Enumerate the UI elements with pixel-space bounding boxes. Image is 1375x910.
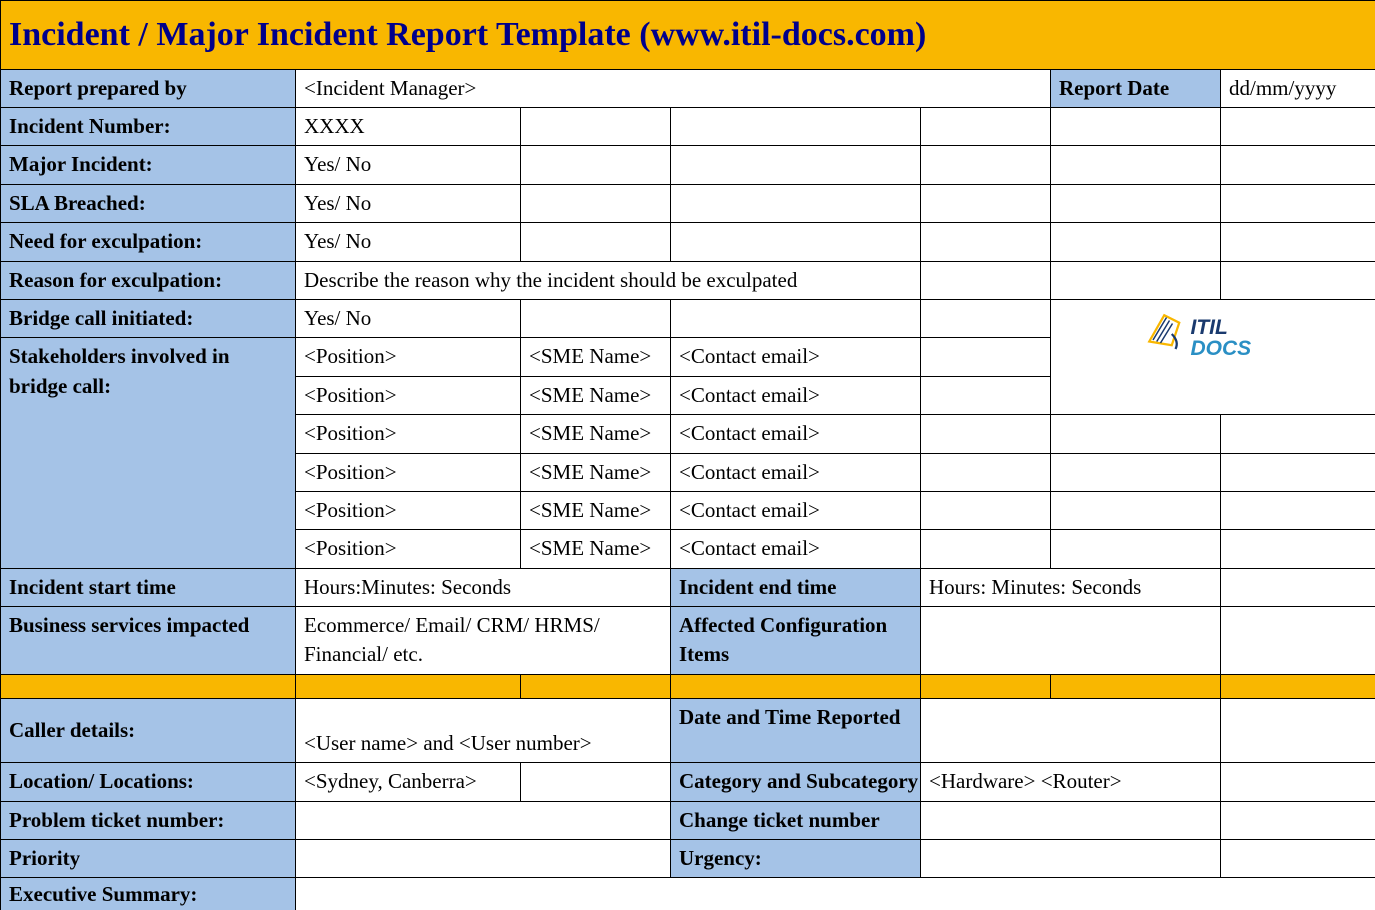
row-location: Location/ Locations: <Sydney, Canberra> … bbox=[1, 763, 1375, 801]
row-priority: Priority Urgency: bbox=[1, 840, 1375, 878]
value-business-services: Ecommerce/ Email/ CRM/ HRMS/ Financial/ … bbox=[296, 607, 671, 675]
value-bridge-call: Yes/ No bbox=[296, 299, 521, 337]
value-reason-exculpation: Describe the reason why the incident sho… bbox=[296, 261, 921, 299]
row-sla-breached: SLA Breached: Yes/ No bbox=[1, 184, 1375, 222]
value-caller-details: <User name> and <User number> bbox=[296, 698, 671, 762]
label-reason-exculpation: Reason for exculpation: bbox=[1, 261, 296, 299]
stakeholder-email: <Contact email> bbox=[671, 530, 921, 568]
label-urgency: Urgency: bbox=[671, 840, 921, 878]
label-prepared-by: Report prepared by bbox=[1, 69, 296, 107]
value-category: <Hardware> <Router> bbox=[921, 763, 1221, 801]
row-executive-summary: Executive Summary: bbox=[1, 878, 1375, 910]
value-major-incident: Yes/ No bbox=[296, 146, 521, 184]
label-report-date: Report Date bbox=[1051, 69, 1221, 107]
stakeholder-position: <Position> bbox=[296, 453, 521, 491]
value-sla-breached: Yes/ No bbox=[296, 184, 521, 222]
page-title: Incident / Major Incident Report Templat… bbox=[1, 1, 1375, 70]
label-datetime-reported: Date and Time Reported bbox=[671, 698, 921, 762]
value-location: <Sydney, Canberra> bbox=[296, 763, 521, 801]
stakeholder-email: <Contact email> bbox=[671, 376, 921, 414]
row-prepared-by: Report prepared by <Incident Manager> Re… bbox=[1, 69, 1375, 107]
label-priority: Priority bbox=[1, 840, 296, 878]
stakeholder-email: <Contact email> bbox=[671, 491, 921, 529]
divider-row bbox=[1, 674, 1375, 698]
stakeholder-position: <Position> bbox=[296, 530, 521, 568]
label-caller-details: Caller details: bbox=[1, 698, 296, 762]
stakeholder-sme: <SME Name> bbox=[521, 530, 671, 568]
value-incident-start: Hours:Minutes: Seconds bbox=[296, 568, 671, 606]
title-row: Incident / Major Incident Report Templat… bbox=[1, 1, 1375, 70]
svg-text:ITIL: ITIL bbox=[1191, 316, 1228, 339]
stakeholder-sme: <SME Name> bbox=[521, 453, 671, 491]
label-change-ticket: Change ticket number bbox=[671, 801, 921, 839]
value-incident-end: Hours: Minutes: Seconds bbox=[921, 568, 1221, 606]
stakeholder-email: <Contact email> bbox=[671, 338, 921, 376]
value-report-date: dd/mm/yyyy bbox=[1221, 69, 1375, 107]
value-need-exculpation: Yes/ No bbox=[296, 223, 521, 261]
label-affected-ci: Affected Configuration Items bbox=[671, 607, 921, 675]
row-need-exculpation: Need for exculpation: Yes/ No bbox=[1, 223, 1375, 261]
stakeholder-sme: <SME Name> bbox=[521, 338, 671, 376]
label-incident-end: Incident end time bbox=[671, 568, 921, 606]
stakeholder-position: <Position> bbox=[296, 491, 521, 529]
stakeholder-sme: <SME Name> bbox=[521, 415, 671, 453]
stakeholder-sme: <SME Name> bbox=[521, 376, 671, 414]
label-problem-ticket: Problem ticket number: bbox=[1, 801, 296, 839]
itil-docs-logo-icon: ITIL DOCS bbox=[1138, 304, 1288, 364]
stakeholder-position: <Position> bbox=[296, 415, 521, 453]
row-caller-details: Caller details: <User name> and <User nu… bbox=[1, 698, 1375, 762]
row-major-incident: Major Incident: Yes/ No bbox=[1, 146, 1375, 184]
row-reason-exculpation: Reason for exculpation: Describe the rea… bbox=[1, 261, 1375, 299]
label-incident-number: Incident Number: bbox=[1, 107, 296, 145]
value-incident-number: XXXX bbox=[296, 107, 521, 145]
label-business-services: Business services impacted bbox=[1, 607, 296, 675]
label-need-exculpation: Need for exculpation: bbox=[1, 223, 296, 261]
stakeholder-sme: <SME Name> bbox=[521, 491, 671, 529]
label-bridge-call: Bridge call initiated: bbox=[1, 299, 296, 337]
label-major-incident: Major Incident: bbox=[1, 146, 296, 184]
row-business-services: Business services impacted Ecommerce/ Em… bbox=[1, 607, 1375, 675]
stakeholder-email: <Contact email> bbox=[671, 415, 921, 453]
row-incident-time: Incident start time Hours:Minutes: Secon… bbox=[1, 568, 1375, 606]
label-location: Location/ Locations: bbox=[1, 763, 296, 801]
label-category: Category and Subcategory bbox=[671, 763, 921, 801]
stakeholder-position: <Position> bbox=[296, 338, 521, 376]
value-prepared-by: <Incident Manager> bbox=[296, 69, 1051, 107]
row-bridge-call: Bridge call initiated: Yes/ No ITIL DOCS bbox=[1, 299, 1375, 337]
stakeholder-position: <Position> bbox=[296, 376, 521, 414]
logo-cell: ITIL DOCS bbox=[1051, 299, 1375, 414]
stakeholder-email: <Contact email> bbox=[671, 453, 921, 491]
label-sla-breached: SLA Breached: bbox=[1, 184, 296, 222]
label-incident-start: Incident start time bbox=[1, 568, 296, 606]
label-stakeholders: Stakeholders involved in bridge call: bbox=[1, 338, 296, 568]
row-problem-ticket: Problem ticket number: Change ticket num… bbox=[1, 801, 1375, 839]
svg-text:DOCS: DOCS bbox=[1191, 337, 1252, 360]
incident-report-table: Incident / Major Incident Report Templat… bbox=[0, 0, 1375, 910]
row-incident-number: Incident Number: XXXX bbox=[1, 107, 1375, 145]
label-executive-summary: Executive Summary: bbox=[1, 878, 296, 910]
